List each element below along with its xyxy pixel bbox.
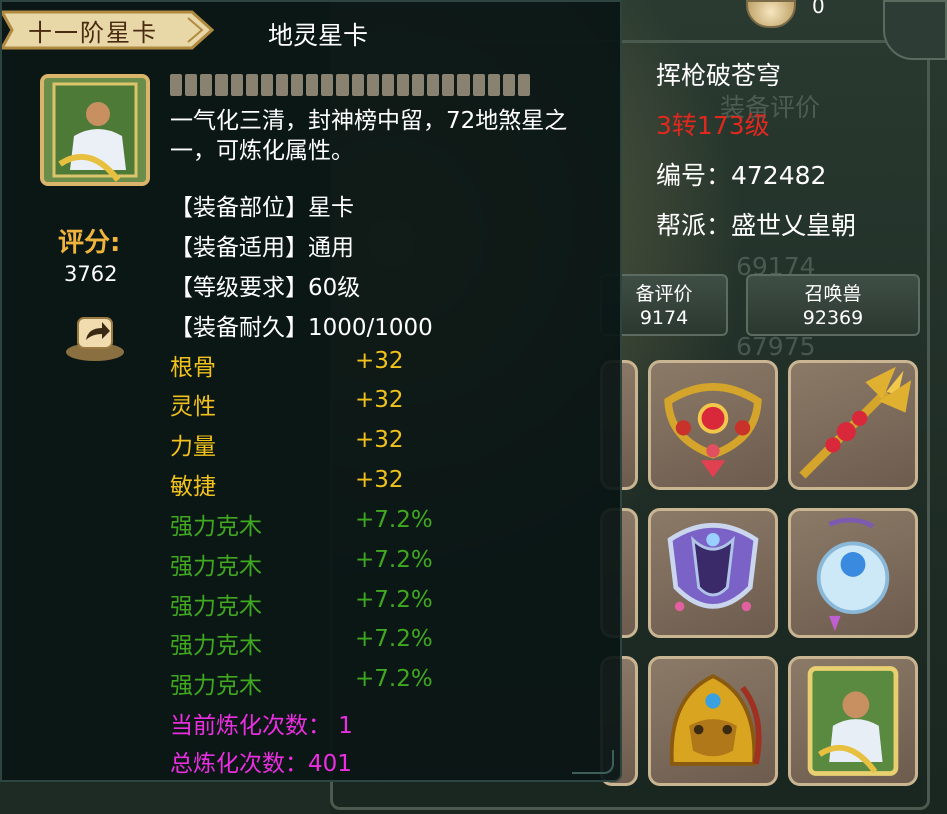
star-card-icon: [807, 666, 899, 776]
close-button[interactable]: [883, 0, 947, 60]
score-value: 3762: [64, 262, 118, 286]
trident-weapon-icon: [799, 366, 912, 479]
equipment-slot-star-card[interactable]: [788, 656, 918, 786]
equipment-slot-pendant[interactable]: [788, 508, 918, 638]
item-name: 地灵星卡: [268, 21, 369, 50]
tab-summon-beast[interactable]: 召唤兽 92369: [746, 274, 920, 336]
equipment-slot-weapon[interactable]: [788, 360, 918, 490]
equipment-slot-armor[interactable]: [648, 508, 778, 638]
player-guild: 帮派：盛世乂皇朝: [656, 211, 857, 240]
player-id: 编号：472482: [656, 161, 827, 190]
tab-label: 召唤兽: [804, 283, 862, 305]
armor-icon: [667, 522, 759, 612]
helmet-icon: [669, 674, 762, 766]
score-label: 评分:: [58, 228, 121, 258]
tab-value: 92369: [802, 307, 864, 329]
stat-value: +32: [355, 427, 404, 453]
equipment-slot-necklace[interactable]: [648, 360, 778, 490]
equipment-slot-helmet[interactable]: [648, 656, 778, 786]
bonus-stat-name: 强力克木: [170, 514, 262, 540]
necklace-icon: [664, 383, 762, 478]
ghost-label: 67975: [736, 332, 816, 361]
bonus-stat-name: 强力克木: [170, 673, 262, 699]
bonus-stat-value: +7.2%: [355, 547, 433, 573]
stat-value: +32: [355, 387, 404, 413]
stat-name: 灵性: [170, 394, 216, 420]
bonus-stat-value: +7.2%: [355, 507, 433, 533]
stat-value: +32: [355, 467, 404, 493]
currency-value: 0: [812, 0, 825, 18]
bonus-stat-value: +7.2%: [355, 626, 433, 652]
player-level: 3转173级: [656, 111, 770, 140]
bonus-stat-name: 强力克木: [170, 594, 262, 620]
attribute-level: 【等级要求】60级: [170, 275, 361, 301]
share-icon[interactable]: [64, 308, 126, 362]
stat-value: +32: [355, 348, 404, 374]
tier-label: 十一阶星卡: [28, 19, 158, 47]
stat-name: 敏捷: [170, 474, 216, 500]
tooltip-corner-ornament: [572, 750, 614, 774]
stat-name: 根骨: [170, 355, 216, 381]
bonus-stat-name: 强力克木: [170, 554, 262, 580]
star-card-icon: [44, 78, 146, 182]
item-description: 一气化三清，封神榜中留，72地煞星之一，可炼化属性。: [170, 108, 568, 164]
refine-count-total: 总炼化次数：401: [170, 751, 352, 777]
bonus-stat-name: 强力克木: [170, 633, 262, 659]
bonus-stat-value: +7.2%: [355, 587, 433, 613]
refine-count-current: 当前炼化次数： 1: [170, 713, 353, 739]
attribute-usage: 【装备适用】通用: [170, 235, 354, 261]
attribute-slot: 【装备部位】星卡: [170, 195, 354, 221]
jade-pendant-icon: [816, 517, 890, 632]
player-name: 挥枪破苍穹: [656, 61, 782, 90]
item-tooltip: 十一阶星卡 地灵星卡 评分: 3762 一气化三清，封神榜中留，72地煞星之一，…: [0, 0, 622, 782]
stat-name: 力量: [170, 434, 216, 460]
attribute-durability: 【装备耐久】1000/1000: [170, 315, 433, 341]
bonus-stat-value: +7.2%: [355, 666, 433, 692]
item-icon-frame: [40, 74, 150, 186]
redacted-bar: [170, 74, 530, 96]
